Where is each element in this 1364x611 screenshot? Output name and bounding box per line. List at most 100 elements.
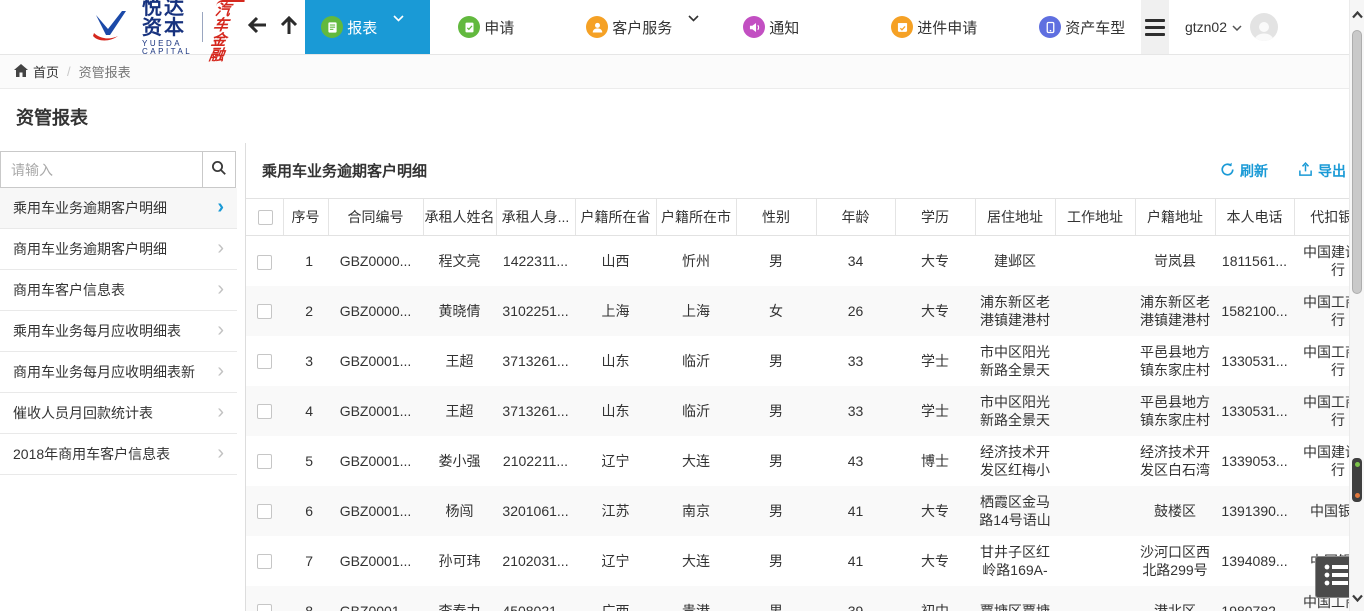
cell: 1339053...	[1215, 436, 1294, 486]
search-button[interactable]	[202, 152, 235, 187]
chevron-down-icon	[1232, 25, 1242, 31]
select-all-checkbox[interactable]	[258, 210, 273, 225]
export-button[interactable]: 导出	[1298, 161, 1346, 181]
column-header[interactable]: 承租人身...	[496, 199, 575, 236]
cell: GBZ0001...	[328, 336, 423, 386]
row-checkbox[interactable]	[257, 404, 272, 419]
sidebar-item-5[interactable]: 催收人员月回款统计表›	[0, 393, 237, 434]
column-header[interactable]: 户籍地址	[1135, 199, 1215, 236]
cell: 2102031...	[496, 536, 575, 586]
sidebar-item-0[interactable]: 乘用车业务逾期客户明细›	[0, 188, 237, 229]
cell: 男	[736, 236, 816, 286]
column-header[interactable]: 户籍所在市	[656, 199, 736, 236]
nav-item-notice[interactable]: 通知	[727, 0, 815, 54]
username-label: gtzn02	[1185, 19, 1227, 35]
cell: 浦东新区老港镇建港村	[1135, 286, 1215, 336]
nav-item-reports[interactable]: 报表	[305, 0, 430, 54]
main-nav: 报表申请客户服务通知 进件申请资产车型	[305, 0, 1141, 54]
refresh-button[interactable]: 刷新	[1220, 161, 1268, 181]
row-checkbox[interactable]	[257, 554, 272, 569]
column-header[interactable]: 承租人姓名	[423, 199, 496, 236]
column-header[interactable]: 学历	[895, 199, 975, 236]
cell: 3713261...	[496, 336, 575, 386]
cell: 山东	[575, 386, 656, 436]
cell	[1055, 536, 1135, 586]
cell: 山东	[575, 336, 656, 386]
search-input[interactable]	[1, 152, 202, 187]
nav-item-asset-models[interactable]: 资产车型	[1023, 0, 1141, 54]
cell: 男	[736, 586, 816, 611]
up-arrow-icon	[280, 14, 298, 41]
search-icon	[211, 160, 227, 179]
scrollbar-thumb[interactable]	[1352, 30, 1362, 294]
column-header[interactable]: 序号	[283, 199, 328, 236]
column-header[interactable]: 本人电话	[1215, 199, 1294, 236]
cell: 41	[816, 486, 895, 536]
hamburger-menu-button[interactable]	[1141, 0, 1169, 54]
cell: GBZ0001...	[328, 436, 423, 486]
row-checkbox[interactable]	[257, 604, 272, 611]
cell: 大专	[895, 536, 975, 586]
sidebar-item-label: 催收人员月回款统计表	[13, 403, 153, 423]
column-header[interactable]: 户籍所在省	[575, 199, 656, 236]
column-header[interactable]: 居住地址	[975, 199, 1055, 236]
row-checkbox[interactable]	[257, 454, 272, 469]
row-checkbox[interactable]	[257, 354, 272, 369]
cell: GBZ0000...	[328, 236, 423, 286]
column-header[interactable]: 年龄	[816, 199, 895, 236]
sidebar-item-6[interactable]: 2018年商用车客户信息表›	[0, 434, 237, 475]
column-header[interactable]: 性别	[736, 199, 816, 236]
scroll-up-button[interactable]	[1350, 4, 1364, 26]
user-menu[interactable]: gtzn02	[1169, 0, 1292, 54]
cell: 大连	[656, 436, 736, 486]
select-all-header	[246, 199, 283, 236]
cell: 7	[283, 536, 328, 586]
cell: 3	[283, 336, 328, 386]
sidebar-item-4[interactable]: 商用车业务每月应收明细表新›	[0, 352, 237, 393]
cell: 程文亮	[423, 236, 496, 286]
chevron-right-icon: ›	[217, 238, 224, 261]
breadcrumb-current: 资管报表	[79, 62, 131, 81]
avatar[interactable]	[1250, 13, 1278, 41]
cell: 浦东新区老港镇建港村	[975, 286, 1055, 336]
nav-item-intake-apply[interactable]: 进件申请	[875, 0, 993, 54]
cell: 辽宁	[575, 536, 656, 586]
cell: 1582100...	[1215, 286, 1294, 336]
column-header[interactable]: 合同编号	[328, 199, 423, 236]
row-checkbox[interactable]	[257, 504, 272, 519]
cell: 忻州	[656, 236, 736, 286]
chevron-right-icon: ›	[217, 443, 224, 466]
breadcrumb-home[interactable]: 首页	[14, 62, 59, 81]
row-checkbox[interactable]	[257, 304, 272, 319]
scrollbar	[1349, 0, 1364, 611]
checkbox-cell	[246, 486, 283, 536]
nav-item-apply[interactable]: 申请	[442, 0, 530, 54]
cell: GBZ0000...	[328, 286, 423, 336]
report-list: 乘用车业务逾期客户明细› 商用车业务逾期客户明细 › 商用车客户信息表›乘用车业务每月…	[0, 188, 237, 475]
cell: GBZ0001...	[328, 536, 423, 586]
cell: 山西	[575, 236, 656, 286]
nav-item-customer-service[interactable]: 客户服务	[570, 0, 715, 54]
row-checkbox[interactable]	[257, 255, 272, 270]
cell: 34	[816, 236, 895, 286]
up-arrow-button[interactable]	[273, 0, 305, 54]
cell: 男	[736, 436, 816, 486]
sidebar-item-2[interactable]: 商用车客户信息表›	[0, 270, 237, 311]
cell: 初中	[895, 586, 975, 611]
cell: 1330531...	[1215, 336, 1294, 386]
scroll-down-button[interactable]	[1350, 587, 1364, 609]
customer-table: 序号合同编号承租人姓名承租人身...户籍所在省户籍所在市性别年龄学历居住地址工作…	[246, 198, 1364, 611]
panel-title: 乘用车业务逾期客户明细	[262, 160, 427, 181]
cell: 33	[816, 386, 895, 436]
chevron-down-icon	[688, 15, 699, 22]
column-header[interactable]: 工作地址	[1055, 199, 1135, 236]
cell: 8	[283, 586, 328, 611]
table-row: 3GBZ0001...王超3713261...山东临沂男33学士市中区阳光新路全…	[246, 336, 1364, 386]
cell: 市中区阳光新路全景天	[975, 386, 1055, 436]
back-arrow-button[interactable]	[241, 0, 273, 54]
sidebar-item-label: 商用车业务逾期客户明细	[13, 239, 167, 259]
cell: 王超	[423, 336, 496, 386]
sidebar-item-3[interactable]: 乘用车业务每月应收明细表›	[0, 311, 237, 352]
cell: 港北区	[1135, 586, 1215, 611]
sidebar-item-1[interactable]: 商用车业务逾期客户明细 ›	[0, 229, 237, 270]
